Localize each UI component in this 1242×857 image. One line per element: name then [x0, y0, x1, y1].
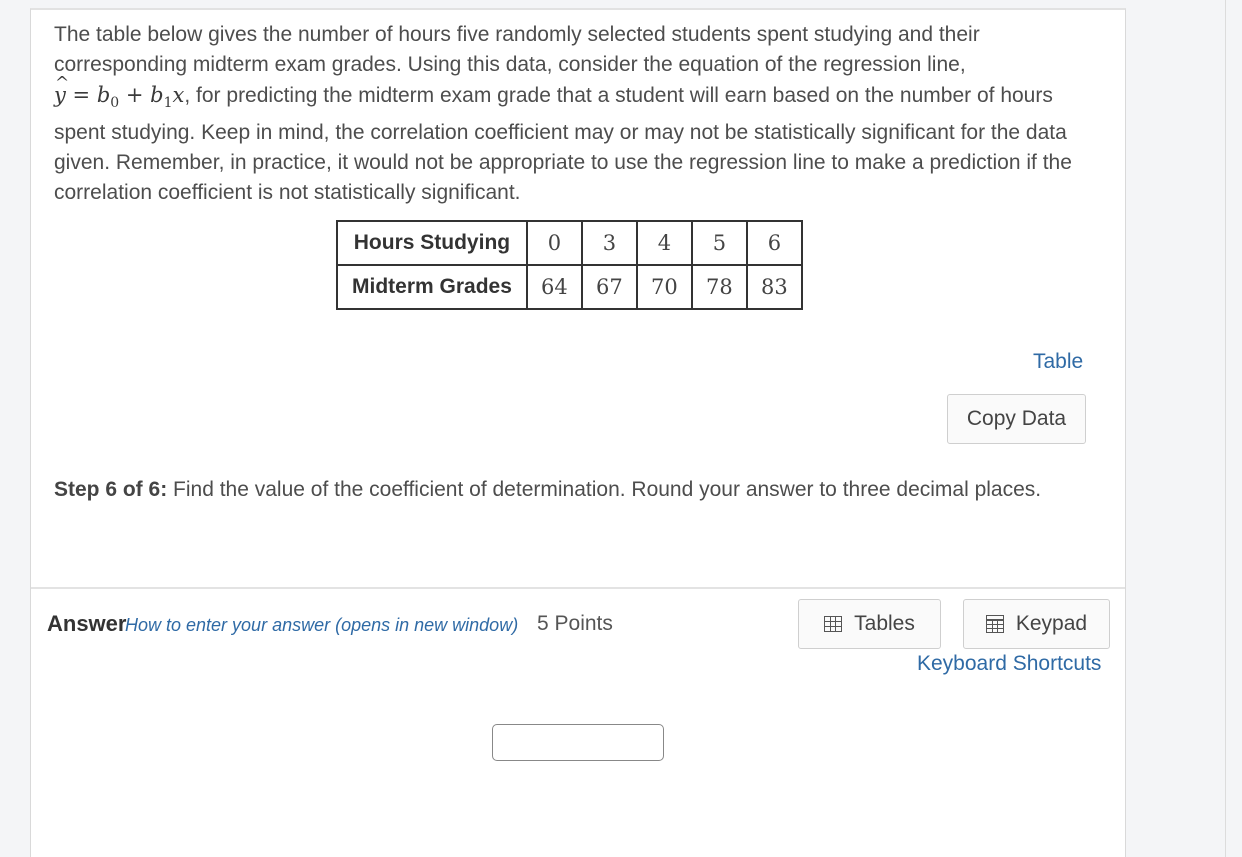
row-header-grades: Midterm Grades	[336, 264, 528, 310]
table-cell: 78	[690, 264, 748, 310]
step-instruction: Step 6 of 6: Find the value of the coeff…	[54, 475, 1054, 505]
how-to-enter-answer-link[interactable]: How to enter your answer (opens in new w…	[125, 615, 518, 636]
table-cell: 70	[635, 264, 693, 310]
table-cell: 67	[580, 264, 638, 310]
table-icon	[824, 616, 843, 632]
tables-button-label: Tables	[854, 612, 915, 635]
table-cell: 3	[580, 220, 638, 266]
table-link[interactable]: Table	[1033, 350, 1083, 374]
table-cell: 83	[745, 264, 803, 310]
table-row: Midterm Grades 64 67 70 78 83	[336, 264, 803, 310]
answer-input[interactable]	[492, 724, 664, 761]
table-cell: 0	[525, 220, 583, 266]
step-label: Step 6 of 6:	[54, 478, 168, 501]
answer-label: Answer	[47, 611, 127, 636]
step-text: Find the value of the coefficient of det…	[167, 478, 1042, 501]
section-divider	[31, 587, 1125, 589]
keypad-button-label: Keypad	[1015, 612, 1088, 635]
question-card: The table below gives the number of hour…	[30, 8, 1126, 857]
tables-button[interactable]: Tables	[798, 599, 941, 649]
problem-intro-text: The table below gives the number of hour…	[54, 23, 980, 76]
calculator-icon	[985, 615, 1004, 633]
copy-data-button[interactable]: Copy Data	[947, 394, 1086, 444]
keypad-button[interactable]: Keypad	[963, 599, 1110, 649]
y-hat-symbol: y	[54, 68, 69, 110]
table-row: Hours Studying 0 3 4 5 6	[336, 220, 803, 266]
table-cell: 4	[635, 220, 693, 266]
data-table: Hours Studying 0 3 4 5 6 Midterm Grades …	[336, 220, 803, 310]
row-header-hours: Hours Studying	[336, 220, 528, 266]
regression-equation: y = b0 + b1x	[54, 68, 184, 111]
keyboard-shortcuts-link[interactable]: Keyboard Shortcuts	[917, 652, 1101, 676]
points-value: 5 Points	[537, 612, 613, 635]
problem-statement: The table below gives the number of hour…	[54, 20, 1104, 208]
table-cell: 6	[745, 220, 803, 266]
table-cell: 5	[690, 220, 748, 266]
right-scroll-strip	[1225, 0, 1242, 857]
problem-rest-text: , for predicting the midterm exam grade …	[54, 84, 1072, 205]
table-cell: 64	[525, 264, 583, 310]
